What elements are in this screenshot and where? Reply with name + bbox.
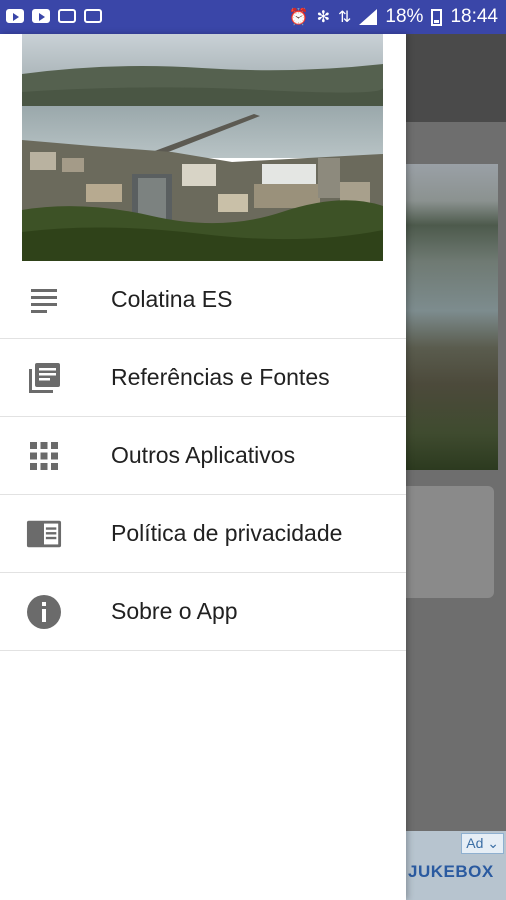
- youtube-icon: [6, 9, 24, 23]
- ad-brand: JUKEBOX: [408, 862, 494, 881]
- battery-icon: [431, 8, 443, 26]
- city-river-bridge-photo: [22, 34, 383, 261]
- background-toolbar: [406, 34, 506, 122]
- gallery-icon: [84, 9, 102, 23]
- ad-label[interactable]: Ad ⌄: [461, 833, 504, 854]
- image-icon: [58, 9, 76, 23]
- data-icon: ⇅: [338, 9, 352, 26]
- drawer-menu: Colatina ES Referências e Fontes Outros …: [0, 261, 406, 651]
- notification-icons: [6, 9, 102, 23]
- alarm-icon: ⏰: [288, 9, 309, 26]
- battery-percent: 18%: [385, 6, 424, 27]
- background-card: [406, 486, 494, 598]
- menu-item-label: Referências e Fontes: [111, 364, 330, 390]
- youtube-icon: [32, 9, 50, 23]
- menu-item-colatina-es[interactable]: Colatina ES: [0, 261, 406, 339]
- status-bar: ⏰ ✻ ⇅ 18% 18:44: [0, 0, 506, 34]
- menu-item-referencias-e-fontes[interactable]: Referências e Fontes: [0, 339, 406, 417]
- menu-item-label: Política de privacidade: [111, 520, 343, 546]
- menu-item-outros-aplicativos[interactable]: Outros Aplicativos: [0, 417, 406, 495]
- drawer-header-image: [22, 34, 383, 261]
- menu-item-sobre-o-app[interactable]: Sobre o App: [0, 573, 406, 651]
- background-app[interactable]: Ad ⌄ JUKEBOX: [406, 34, 506, 900]
- system-status: ⏰ ✻ ⇅ 18% 18:44: [289, 6, 498, 28]
- signal-icon: [359, 9, 378, 25]
- apps-grid-icon: [26, 438, 62, 474]
- ad-banner[interactable]: Ad ⌄ JUKEBOX: [406, 831, 506, 900]
- menu-item-label: Sobre o App: [111, 598, 238, 624]
- menu-item-politica-de-privacidade[interactable]: Política de privacidade: [0, 495, 406, 573]
- menu-item-label: Colatina ES: [111, 286, 233, 312]
- menu-item-label: Outros Aplicativos: [111, 442, 296, 468]
- library-books-icon: [26, 360, 62, 396]
- info-icon: [26, 594, 62, 630]
- clock: 18:44: [450, 6, 498, 27]
- wifi-icon: ✻: [316, 9, 331, 26]
- notes-icon: [26, 282, 62, 318]
- chrome-reader-icon: [26, 516, 62, 552]
- background-photo: [406, 164, 498, 470]
- navigation-drawer: Colatina ES Referências e Fontes Outros …: [0, 34, 406, 900]
